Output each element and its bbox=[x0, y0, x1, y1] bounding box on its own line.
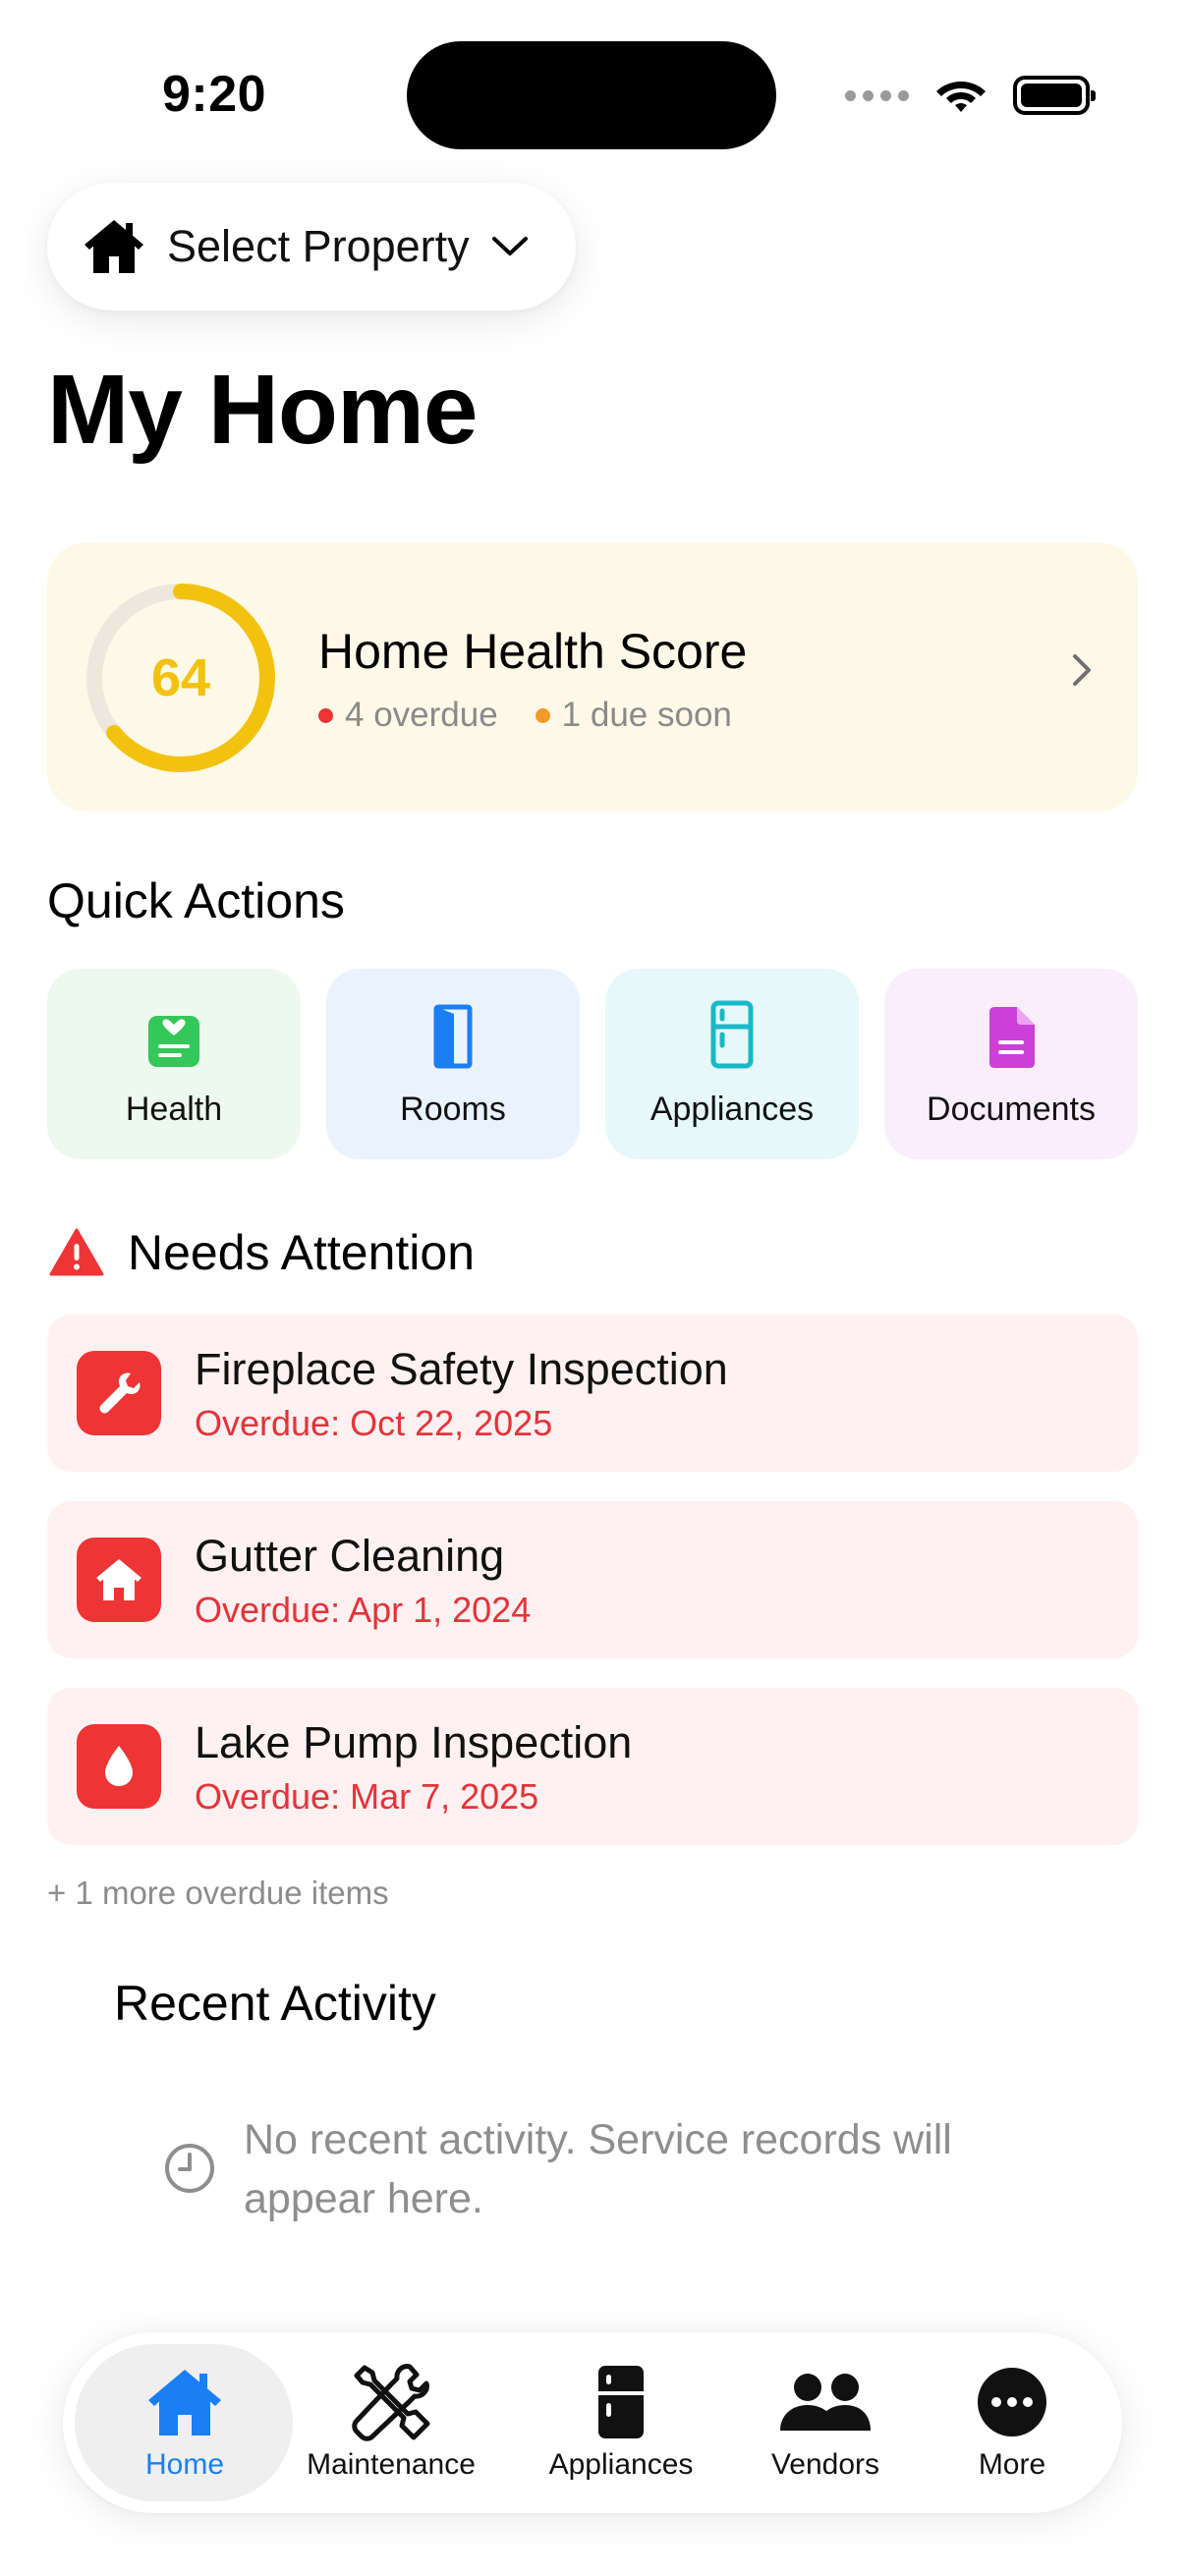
warning-icon bbox=[49, 1228, 104, 1276]
quick-action-label: Health bbox=[125, 1091, 223, 1128]
health-score-stats: 4 overdue 1 due soon bbox=[318, 696, 732, 735]
tab-vendors[interactable]: Vendors bbox=[727, 2362, 924, 2490]
health-score-title: Home Health Score bbox=[318, 624, 748, 679]
tab-label: Maintenance bbox=[307, 2448, 476, 2481]
attention-item-date: Overdue: Oct 22, 2025 bbox=[195, 1403, 553, 1443]
fridge-icon bbox=[598, 2366, 644, 2438]
status-time: 9:20 bbox=[162, 66, 267, 123]
quick-action-label: Appliances bbox=[649, 1091, 815, 1128]
tab-label: More bbox=[978, 2448, 1046, 2481]
tab-label: Vendors bbox=[770, 2448, 880, 2481]
quick-actions-title: Quick Actions bbox=[47, 873, 345, 928]
clock-icon bbox=[165, 2144, 214, 2193]
chevron-down-icon bbox=[491, 237, 528, 255]
quick-action-health[interactable]: Health bbox=[47, 969, 301, 1159]
more-overdue-link[interactable]: + 1 more overdue items bbox=[47, 1875, 389, 1912]
recent-activity-empty-text: No recent activity. Service records will… bbox=[244, 2116, 952, 2222]
water-drop-icon bbox=[105, 1746, 133, 1786]
tab-maintenance[interactable]: Maintenance bbox=[295, 2362, 487, 2490]
more-icon bbox=[978, 2368, 1046, 2436]
quick-action-rooms[interactable]: Rooms bbox=[326, 969, 580, 1159]
overdue-dot bbox=[318, 707, 333, 723]
attention-item[interactable]: Lake Pump Inspection Overdue: Mar 7, 202… bbox=[47, 1688, 1138, 1845]
dynamic-island bbox=[407, 41, 776, 149]
due-soon-dot bbox=[535, 707, 550, 723]
due-soon-count: 1 due soon bbox=[561, 696, 732, 734]
quick-action-appliances[interactable]: Appliances bbox=[605, 969, 859, 1159]
tab-appliances[interactable]: Appliances bbox=[523, 2362, 719, 2490]
tab-label: Home bbox=[144, 2448, 225, 2481]
health-card-icon bbox=[148, 1016, 199, 1067]
document-icon bbox=[989, 1007, 1035, 1068]
attention-item-title: Fireplace Safety Inspection bbox=[195, 1344, 728, 1394]
wifi-icon bbox=[936, 82, 986, 112]
select-property-label: Select Property bbox=[167, 221, 470, 271]
attention-item-date: Overdue: Mar 7, 2025 bbox=[195, 1776, 539, 1817]
door-icon bbox=[433, 1004, 473, 1069]
home-health-score-card[interactable]: 64 Home Health Score 4 overdue 1 due soo… bbox=[47, 542, 1138, 812]
attention-item-title: Gutter Cleaning bbox=[195, 1531, 505, 1581]
attention-item[interactable]: Fireplace Safety Inspection Overdue: Oct… bbox=[47, 1315, 1138, 1472]
chevron-right-icon bbox=[1073, 654, 1091, 686]
house-icon bbox=[85, 220, 143, 273]
tab-bar: Home Maintenance Appliances Vendors More bbox=[63, 2332, 1122, 2513]
wrench-icon bbox=[99, 1372, 141, 1414]
needs-attention-title: Needs Attention bbox=[128, 1225, 476, 1280]
people-icon bbox=[780, 2374, 871, 2431]
house-icon bbox=[148, 2370, 221, 2436]
attention-item-date: Overdue: Apr 1, 2024 bbox=[195, 1590, 532, 1630]
tools-icon bbox=[352, 2364, 430, 2441]
battery-icon bbox=[1013, 76, 1096, 115]
signal-dots-icon bbox=[845, 89, 909, 101]
health-score-value: 64 bbox=[150, 648, 211, 707]
tab-more[interactable]: More bbox=[924, 2362, 1100, 2490]
overdue-count: 4 overdue bbox=[345, 696, 498, 734]
attention-item[interactable]: Gutter Cleaning Overdue: Apr 1, 2024 bbox=[47, 1501, 1138, 1658]
page-title: My Home bbox=[47, 355, 479, 465]
select-property-button[interactable]: Select Property bbox=[47, 183, 576, 310]
recent-activity-title: Recent Activity bbox=[114, 1976, 436, 2031]
fridge-icon bbox=[710, 1000, 754, 1069]
tab-home[interactable]: Home bbox=[88, 2362, 281, 2490]
quick-action-documents[interactable]: Documents bbox=[884, 969, 1138, 1159]
status-icons bbox=[845, 71, 1096, 120]
quick-action-label: Documents bbox=[927, 1091, 1096, 1128]
house-icon bbox=[96, 1559, 141, 1600]
quick-action-label: Rooms bbox=[400, 1091, 506, 1128]
attention-item-title: Lake Pump Inspection bbox=[195, 1717, 633, 1767]
tab-label: Appliances bbox=[548, 2448, 694, 2481]
